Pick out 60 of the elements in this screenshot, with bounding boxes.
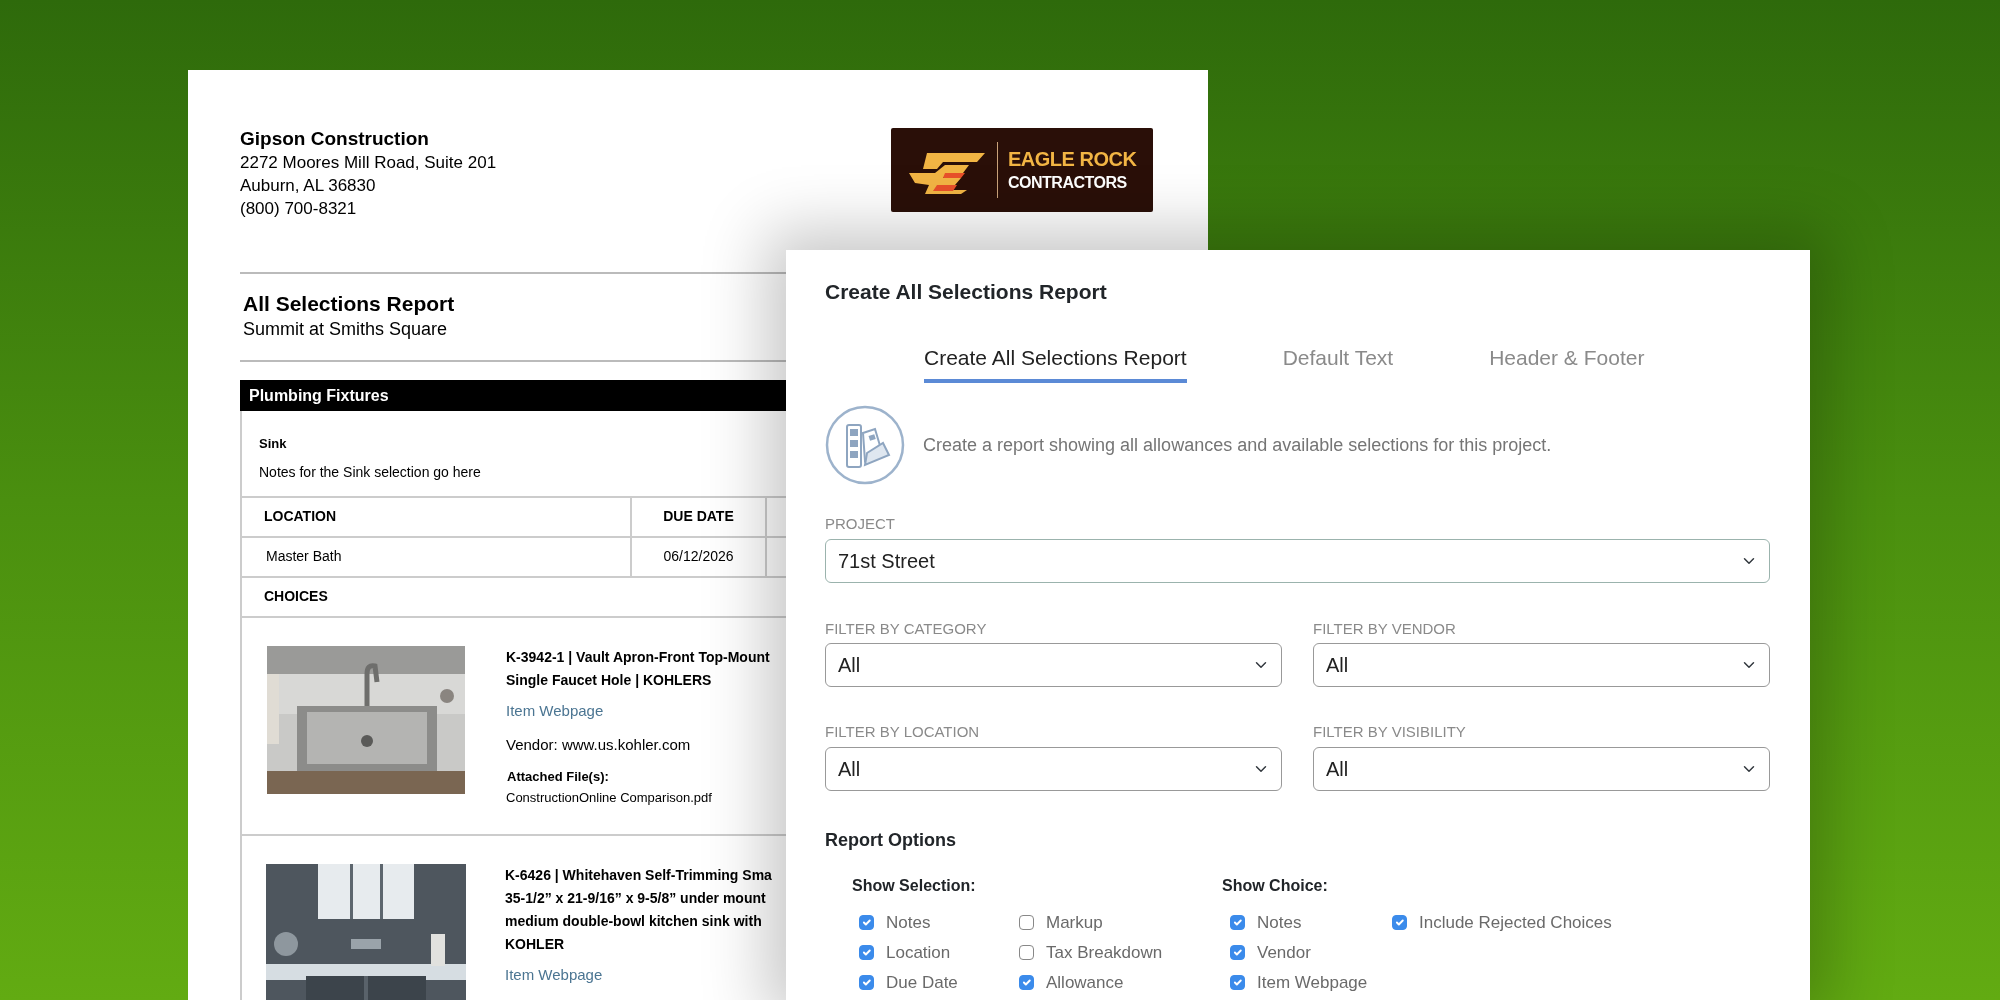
logo-text: EAGLE ROCK bbox=[1008, 147, 1137, 172]
vendor-text: Vendor: www.us.kohler.com bbox=[506, 734, 692, 755]
group-title: Show Selection: bbox=[852, 875, 977, 896]
address-line: Auburn, AL 36830 bbox=[240, 175, 377, 197]
checkbox-label: Due Date bbox=[886, 971, 958, 994]
company-name: Gipson Construction bbox=[240, 127, 430, 151]
checkbox-label: Markup bbox=[1046, 911, 1103, 934]
field-label: FILTER BY LOCATION bbox=[825, 722, 981, 742]
checkbox-label: Vendor bbox=[1257, 941, 1311, 964]
section-title: Report Options bbox=[825, 828, 957, 852]
checkbox-label: Allowance bbox=[1046, 971, 1124, 994]
field-label: FILTER BY CATEGORY bbox=[825, 618, 988, 639]
checkbox[interactable] bbox=[859, 945, 874, 960]
dropdown-field[interactable]: All bbox=[1313, 746, 1770, 791]
choice-title: K-3942-1 | Vault Apron-Front Top-Mount Single Faucet Hole | KOHLERS bbox=[506, 647, 770, 690]
description-text: Create a report showing all allowances and available selections for this project. bbox=[923, 433, 1552, 457]
item-webpage-link[interactable]: Item Webpage bbox=[506, 699, 604, 722]
section-heading: CHOICES bbox=[264, 587, 328, 606]
checkbox[interactable] bbox=[1019, 915, 1034, 930]
checkbox-label: Location bbox=[886, 941, 951, 964]
checkbox-label: Include Rejected Choices bbox=[1419, 911, 1612, 934]
field-label: FILTER BY VISIBILITY bbox=[1313, 722, 1467, 742]
address-line: 2272 Moores Mill Road, Suite 201 bbox=[240, 152, 497, 174]
column-header: LOCATION bbox=[264, 507, 337, 526]
checkbox[interactable] bbox=[1019, 945, 1034, 960]
address-line: (800) 700-8321 bbox=[240, 198, 358, 220]
checkbox[interactable] bbox=[1392, 915, 1407, 930]
selection-notes: Notes for the Sink selection go here bbox=[259, 462, 481, 482]
swatch-fan-icon bbox=[825, 405, 905, 485]
dropdown-field[interactable]: All bbox=[1313, 643, 1770, 687]
dropdown-field[interactable]: 71st Street bbox=[825, 538, 1770, 583]
dropdown-field[interactable]: All bbox=[825, 746, 1282, 791]
table-cell-text: 06/12/2026 bbox=[663, 547, 734, 566]
choice-title: K-6426 | Whitehaven Self-Trimming Sma 35-1/2” x 21-9/16” x 9-5/8” under mount medium double-bowl kitchen sink with KOHLER bbox=[505, 865, 772, 954]
checkbox-label: Notes bbox=[1257, 911, 1302, 934]
category-title: Plumbing Fixtures bbox=[249, 385, 389, 406]
attachments-label: Attached File(s): bbox=[506, 768, 610, 786]
checkbox[interactable] bbox=[859, 915, 874, 930]
checkbox-label: Item Webpage bbox=[1257, 971, 1368, 994]
tab[interactable]: Create All Selections Report bbox=[924, 341, 1187, 383]
checkbox-label: Tax Breakdown bbox=[1046, 941, 1163, 964]
group-title: Show Choice: bbox=[1222, 875, 1329, 896]
checkbox[interactable] bbox=[1230, 945, 1245, 960]
field-label: FILTER BY VENDOR bbox=[1313, 618, 1457, 639]
attachment-name: ConstructionOnline Comparison.pdf bbox=[506, 788, 713, 807]
dropdown-field[interactable]: All bbox=[825, 643, 1282, 687]
checkbox[interactable] bbox=[1230, 915, 1245, 930]
item-webpage-link[interactable]: Item Webpage bbox=[505, 963, 603, 986]
column-header: DUE DATE bbox=[663, 507, 734, 526]
checkbox[interactable] bbox=[1019, 975, 1034, 990]
selection-name: Sink bbox=[259, 435, 287, 453]
field-label: PROJECT bbox=[825, 514, 896, 534]
dialog-title: Create All Selections Report bbox=[825, 279, 1108, 305]
logo-text: CONTRACTORS bbox=[1008, 173, 1128, 193]
table-cell-text: Master Bath bbox=[266, 547, 342, 566]
report-subtitle: Summit at Smiths Square bbox=[243, 318, 448, 340]
checkbox[interactable] bbox=[859, 975, 874, 990]
report-title: All Selections Report bbox=[243, 291, 455, 317]
checkbox[interactable] bbox=[1230, 975, 1245, 990]
checkbox-label: Notes bbox=[886, 911, 931, 934]
